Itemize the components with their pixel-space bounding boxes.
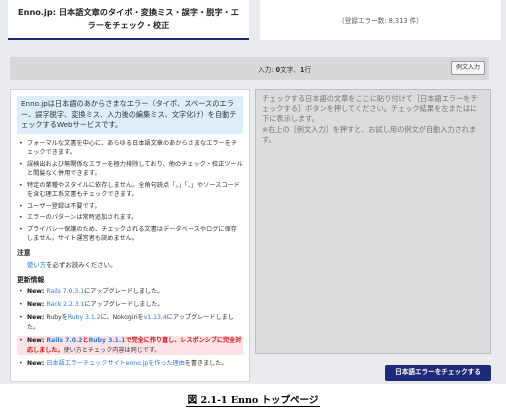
- info-panel: Enno.jpは日本語のあからさまなエラー（タイポ、スペースのエラー、誤字脱字、…: [10, 89, 250, 382]
- line-unit: 行: [304, 66, 312, 74]
- update-link[interactable]: Rails 7.0.2: [46, 337, 82, 344]
- update-link[interactable]: v1.13.4: [144, 314, 167, 321]
- input-label: 入力:: [258, 66, 276, 74]
- feature-item: エラーのパターンは常時追加されます。: [17, 213, 243, 223]
- new-badge: New:: [27, 337, 47, 345]
- figure-caption: 図 2.1-1 Enno トップページ: [0, 392, 506, 407]
- text-input-area[interactable]: [255, 89, 491, 354]
- update-text: に、Nokogiriを: [100, 314, 144, 322]
- site-title[interactable]: Enno.jp: 日本語文章のタイポ・変換ミス・誤字・脱字・エラーをチェック・校…: [8, 0, 249, 40]
- new-badge: New:: [27, 300, 47, 308]
- char-unit: 文字、: [280, 66, 300, 74]
- notice-line: 使い方を必ずお読みください。: [17, 260, 243, 269]
- check-errors-button[interactable]: 日本語エラーをチェックする: [385, 365, 491, 381]
- update-text: にアップグレードしました。: [84, 287, 164, 295]
- update-link[interactable]: Ruby 3.1.2: [68, 314, 101, 321]
- figure-caption-text: 図 2.1-1 Enno トップページ: [185, 395, 321, 407]
- update-item: New: Rack 2.2.3.1にアップグレードしました。: [17, 300, 243, 310]
- usage-link[interactable]: 使い方: [27, 261, 46, 269]
- update-text: 使い方とチェック内容は同じです。: [63, 346, 161, 354]
- new-badge: New:: [27, 314, 47, 322]
- feature-item: 特定の業種やスタイルに依存しません。全角句読点「，」「．」やソースコードを含む理…: [17, 181, 243, 200]
- update-text: Rubyを: [46, 314, 68, 322]
- status-bar: 入力: 0文字、1行 例文入力: [10, 57, 489, 80]
- intro-text: Enno.jpは日本語のあからさまなエラー（タイポ、スペースのエラー、誤字脱字、…: [17, 96, 243, 134]
- update-item: New: RubyをRuby 3.1.2に、Nokogiriをv1.13.4にア…: [17, 313, 243, 332]
- feature-item: 誤検出および無関係なエラーを極力排除しており、他のチェック・校正ツールと間髪なく…: [17, 160, 243, 179]
- app-frame: Enno.jp: 日本語文章のタイポ・変換ミス・誤字・脱字・エラーをチェック・校…: [0, 0, 506, 384]
- notice-heading: 注意: [17, 248, 31, 257]
- feature-item: ユーザー登録は不要です。: [17, 202, 243, 212]
- updates-list: New: Rails 7.0.3.1にアップグレードしました。New: Rack…: [17, 287, 243, 369]
- char-line-count: 入力: 0文字、1行: [258, 64, 311, 74]
- notice-text: を必ずお読みください。: [46, 260, 117, 269]
- new-badge: New:: [27, 359, 47, 367]
- error-count: （登録エラー数: 8,313 件）: [260, 0, 501, 40]
- update-link[interactable]: Rack 2.2.3.1: [46, 301, 84, 308]
- feature-item: フォーマルな文書を中心に、あらゆる日本語文章のあからさまなエラーをチェックできま…: [17, 139, 243, 158]
- update-link[interactable]: Ruby 3.1.1: [89, 337, 126, 344]
- feature-list: フォーマルな文書を中心に、あらゆる日本語文章のあからさまなエラーをチェックできま…: [17, 139, 243, 244]
- update-link[interactable]: Rails 7.0.3.1: [46, 288, 84, 295]
- update-item: New: 日本語エラーチェックサイトenno.jpを作った理由を書きました。: [17, 359, 243, 369]
- update-text: にアップグレードしました。: [84, 300, 164, 308]
- update-item: New: Rails 7.0.2とRuby 3.1.1で完全に作り直し、レスポン…: [17, 336, 243, 355]
- feature-item: プライバシー保護のため、チェックされる文書はデータベースやログに保存しません。サ…: [17, 225, 243, 244]
- updates-heading: 更新情報: [17, 275, 45, 284]
- update-item: New: Rails 7.0.3.1にアップグレードしました。: [17, 287, 243, 297]
- example-input-button[interactable]: 例文入力: [450, 61, 485, 75]
- update-text: を書きました。: [184, 359, 228, 367]
- update-link[interactable]: 日本語エラーチェックサイトenno.jpを作った理由: [46, 360, 184, 367]
- new-badge: New:: [27, 287, 47, 295]
